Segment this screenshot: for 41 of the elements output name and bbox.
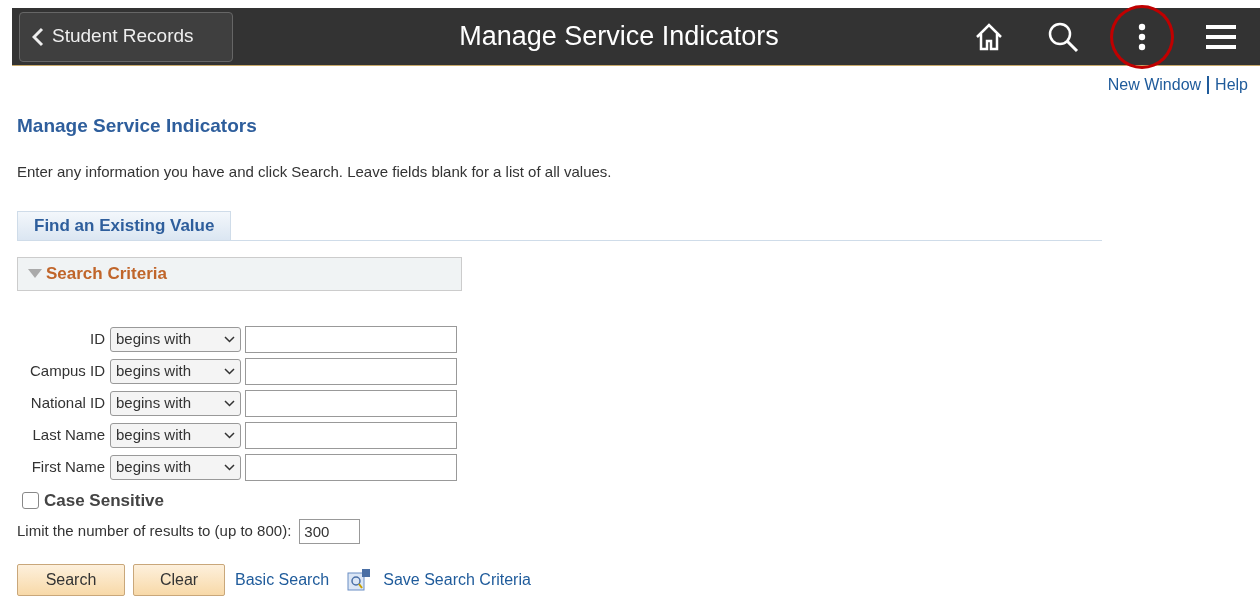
header-link[interactable]: Help: [1215, 73, 1248, 97]
limit-field[interactable]: 300: [299, 518, 361, 544]
save-search-link[interactable]: Save Search Criteria: [383, 567, 531, 592]
chevron-down-icon: [224, 400, 235, 407]
save-search-icon[interactable]: [347, 567, 372, 592]
header-title: Manage Service Indicators: [459, 20, 779, 54]
checkbox[interactable]: [22, 492, 39, 510]
page-title: Manage Service Indicators: [17, 114, 258, 138]
text-field[interactable]: [245, 422, 457, 449]
basic-search-link[interactable]: Basic Search: [235, 567, 330, 592]
operator-select[interactable]: begins with: [110, 423, 241, 448]
limit-label: Limit the number of results to (up to 800):: [17, 520, 292, 541]
text-field[interactable]: [245, 326, 457, 353]
instructions: Enter any information you have and click Search. Leave fields blank for a list of all values.: [17, 161, 613, 182]
operator-select[interactable]: begins with: [110, 359, 241, 384]
operator-select[interactable]: begins with: [110, 455, 241, 480]
more-icon[interactable]: [1113, 7, 1171, 66]
field-label: Campus ID: [28, 361, 105, 382]
checkbox-label: Case Sensitive: [44, 490, 164, 512]
tab[interactable]: Find an Existing Value: [17, 211, 232, 240]
field-label: National ID: [29, 393, 105, 414]
section-title: Search Criteria: [46, 263, 167, 286]
action-button[interactable]: Search: [17, 563, 125, 596]
chevron-left-icon: [32, 26, 44, 47]
header-link[interactable]: New Window: [1107, 73, 1202, 97]
operator-select[interactable]: begins with: [110, 391, 241, 416]
text-field[interactable]: [245, 390, 457, 417]
text-field[interactable]: [245, 454, 457, 481]
chevron-down-icon: [224, 464, 235, 471]
search-criteria-header[interactable]: Search Criteria: [17, 257, 462, 291]
operator-select[interactable]: begins with: [110, 327, 241, 352]
field-label: ID: [89, 329, 105, 350]
field-label: First Name: [30, 457, 105, 478]
back-button[interactable]: Student Records: [19, 11, 233, 62]
text-field[interactable]: [245, 358, 457, 385]
triangle-icon: [28, 269, 42, 279]
chevron-down-icon: [224, 336, 235, 343]
field-label: Last Name: [31, 425, 105, 446]
action-button[interactable]: Clear: [133, 563, 225, 596]
chevron-down-icon: [224, 432, 235, 439]
chevron-down-icon: [224, 368, 235, 375]
